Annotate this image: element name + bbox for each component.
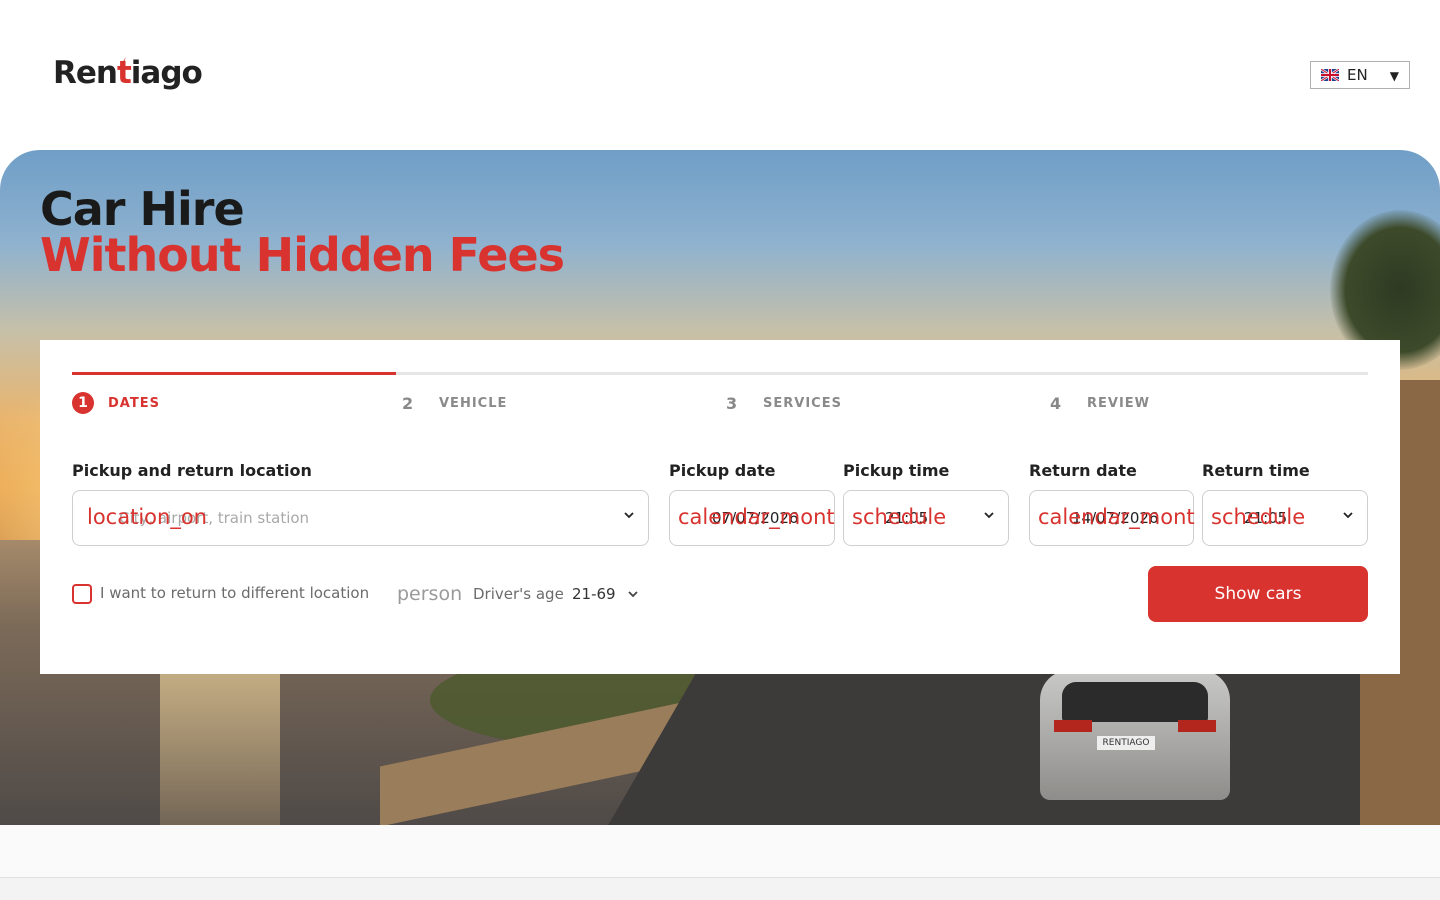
logo-text-end: iago (130, 55, 203, 91)
car-license-plate: RENTIAGO (1097, 736, 1155, 750)
pickup-time-label: Pickup time (843, 461, 950, 480)
return-time-label: Return time (1202, 461, 1310, 480)
rentiago-logo[interactable]: Rentiago (53, 55, 203, 91)
clock-icon: schedule (1211, 505, 1306, 529)
step-label: DATES (108, 395, 160, 411)
logo-text-start: Ren (53, 55, 118, 91)
return-date-label: Return date (1029, 461, 1137, 480)
page-footer-strip (0, 877, 1440, 900)
show-cars-button[interactable]: Show cars (1148, 566, 1368, 622)
pickup-time-select[interactable]: 21:05 schedule (843, 490, 1009, 546)
caret-down-icon: ▼ (1389, 69, 1399, 83)
hero-road (582, 670, 1440, 825)
hero-car-image: RENTIAGO (1040, 670, 1230, 800)
different-location-checkbox[interactable] (72, 584, 92, 604)
location-pin-icon: location_on (87, 505, 207, 529)
location-select[interactable]: City, airport, train station location_on (72, 490, 649, 546)
booking-form-card: 1 DATES 2 VEHICLE 3 SERVICES 4 REVIEW Pi… (40, 340, 1400, 674)
chevron-down-icon[interactable] (628, 589, 638, 599)
step-number: 4 (1050, 393, 1062, 413)
hero-title-line1: Car Hire (40, 182, 245, 236)
step-services[interactable]: 3 SERVICES (726, 392, 842, 414)
chevron-down-icon (984, 512, 994, 519)
car-rear-window (1062, 682, 1208, 722)
calendar-icon: calendar_mont (1038, 505, 1195, 529)
chevron-down-icon (1343, 512, 1353, 519)
pickup-date-label: Pickup date (669, 461, 776, 480)
steps-progress-fill (72, 372, 396, 375)
calendar-icon: calendar_mont (678, 505, 835, 529)
logo-swoosh-icon (118, 57, 126, 69)
hero-title-line2: Without Hidden Fees (40, 228, 565, 282)
site-header: Rentiago EN ▼ (0, 0, 1440, 150)
car-taillight-left (1054, 720, 1092, 732)
chevron-down-icon (624, 512, 634, 519)
driver-age-select[interactable]: 21-69 (572, 585, 616, 603)
step-label: REVIEW (1087, 395, 1151, 411)
language-selector[interactable]: EN ▼ (1310, 61, 1410, 89)
step-number: 3 (726, 393, 738, 413)
step-number: 2 (402, 393, 414, 413)
uk-flag-icon (1321, 69, 1339, 81)
step-review[interactable]: 4 REVIEW (1050, 392, 1150, 414)
location-label: Pickup and return location (72, 461, 312, 480)
car-taillight-right (1178, 720, 1216, 732)
clock-icon: schedule (852, 505, 947, 529)
return-time-select[interactable]: 21:05 schedule (1202, 490, 1368, 546)
return-date-field[interactable]: 14/07/2026 calendar_mont (1029, 490, 1195, 546)
step-label: VEHICLE (439, 395, 508, 411)
driver-age-label: Driver's age (473, 585, 564, 603)
step-dates[interactable]: 1 DATES (72, 392, 160, 414)
step-vehicle[interactable]: 2 VEHICLE (402, 392, 507, 414)
language-label: EN (1347, 66, 1368, 84)
hero-title: Car Hire Without Hidden Fees (40, 182, 565, 282)
pickup-date-field[interactable]: 07/07/2026 calendar_mont (669, 490, 835, 546)
person-icon: person (397, 583, 463, 605)
page-section-below-hero (0, 825, 1440, 878)
step-number: 1 (72, 392, 94, 414)
different-location-label[interactable]: I want to return to different location (100, 584, 369, 602)
step-label: SERVICES (763, 395, 842, 411)
